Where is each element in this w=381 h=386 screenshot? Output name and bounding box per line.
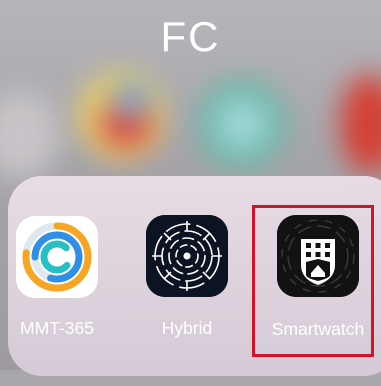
app-label: Hybrid (161, 318, 213, 338)
app-label: MMT-365 (20, 318, 94, 338)
folder-title: FC (160, 13, 221, 60)
app-hybrid[interactable]: Hybrid (146, 215, 228, 385)
activity-rings-icon[interactable] (16, 216, 98, 298)
circuit-maze-icon[interactable] (146, 215, 228, 297)
app-mmt-365[interactable]: MMT-365 (16, 216, 98, 386)
selection-highlight (252, 205, 374, 357)
